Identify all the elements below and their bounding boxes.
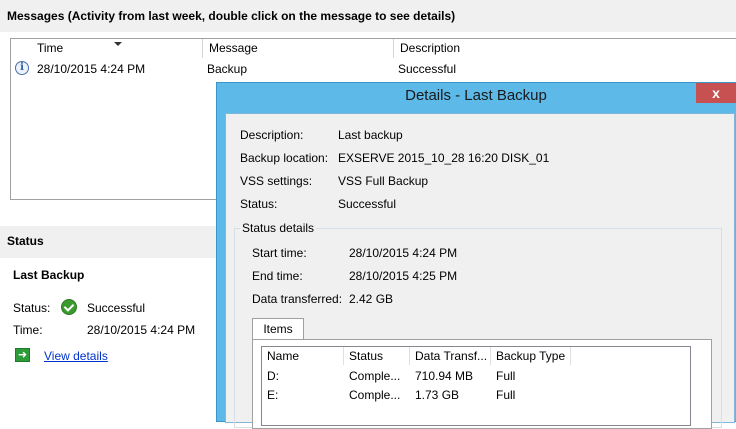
item-status: Comple...: [349, 369, 401, 383]
info-icon: i: [15, 61, 29, 75]
item-name: E:: [267, 388, 279, 402]
time-label: Time:: [13, 323, 43, 337]
arrow-right-icon[interactable]: ➜: [15, 348, 30, 362]
close-button[interactable]: x: [696, 83, 736, 103]
item-type: Full: [496, 388, 516, 402]
backup-location-label: Backup location:: [240, 151, 329, 165]
status-details-legend: Status details: [240, 221, 317, 235]
data-transferred-value: 2.42 GB: [349, 292, 394, 306]
sort-descending-icon: [114, 42, 122, 46]
close-icon: x: [712, 85, 720, 101]
description-label: Description:: [240, 128, 304, 142]
tab-items[interactable]: Items: [252, 318, 304, 340]
column-header-backup-type[interactable]: Backup Type: [491, 347, 571, 365]
column-header-name[interactable]: Name: [262, 347, 344, 365]
last-backup-heading: Last Backup: [13, 268, 85, 282]
backup-location-value: EXSERVE 2015_10_28 16:20 DISK_01: [338, 151, 550, 165]
start-time-value: 28/10/2015 4:24 PM: [349, 246, 458, 260]
column-header-label: Message: [209, 41, 258, 55]
end-time-label: End time:: [252, 269, 303, 283]
details-dialog: Details - Last Backup x Description: Las…: [216, 82, 736, 429]
item-status: Comple...: [349, 388, 401, 402]
items-tab-panel: Name Status Data Transf... Backup Type D…: [252, 339, 712, 429]
items-list[interactable]: Name Status Data Transf... Backup Type D…: [261, 346, 691, 426]
row-description: Successful: [398, 62, 457, 76]
status-value: Successful: [87, 301, 146, 315]
start-time-label: Start time:: [252, 246, 307, 260]
row-time: 28/10/2015 4:24 PM: [37, 62, 146, 76]
data-transferred-label: Data transferred:: [252, 292, 343, 306]
item-name: D:: [267, 369, 279, 383]
column-header-data-transferred[interactable]: Data Transf...: [410, 347, 491, 365]
end-time-value: 28/10/2015 4:25 PM: [349, 269, 458, 283]
vss-settings-value: VSS Full Backup: [338, 174, 429, 188]
table-row[interactable]: i 28/10/2015 4:24 PM Backup Successful: [11, 59, 736, 79]
dialog-body: Description: Last backup Backup location…: [225, 113, 735, 429]
time-value: 28/10/2015 4:24 PM: [87, 323, 196, 337]
table-row[interactable]: E: Comple... 1.73 GB Full: [262, 386, 690, 404]
status-section-title: Status: [7, 234, 44, 248]
column-header-message[interactable]: Message: [203, 39, 394, 58]
messages-title: Messages (Activity from last week, doubl…: [7, 9, 456, 23]
vss-settings-label: VSS settings:: [240, 174, 313, 188]
column-header-label: Description: [400, 41, 461, 55]
status-label: Status:: [240, 197, 278, 211]
item-data: 710.94 MB: [415, 369, 474, 383]
status-label: Status:: [13, 301, 51, 315]
row-message: Backup: [207, 62, 248, 76]
column-header-label: Time: [37, 41, 64, 55]
dialog-title: Details - Last Backup: [405, 87, 547, 104]
status-value: Successful: [338, 197, 397, 211]
description-value: Last backup: [338, 128, 403, 142]
column-header-status[interactable]: Status: [344, 347, 410, 365]
view-details-link[interactable]: View details: [44, 349, 108, 363]
success-check-icon: [61, 299, 77, 315]
item-type: Full: [496, 369, 516, 383]
table-row[interactable]: D: Comple... 710.94 MB Full: [262, 367, 690, 385]
item-data: 1.73 GB: [415, 388, 460, 402]
column-header-description[interactable]: Description: [394, 39, 736, 58]
